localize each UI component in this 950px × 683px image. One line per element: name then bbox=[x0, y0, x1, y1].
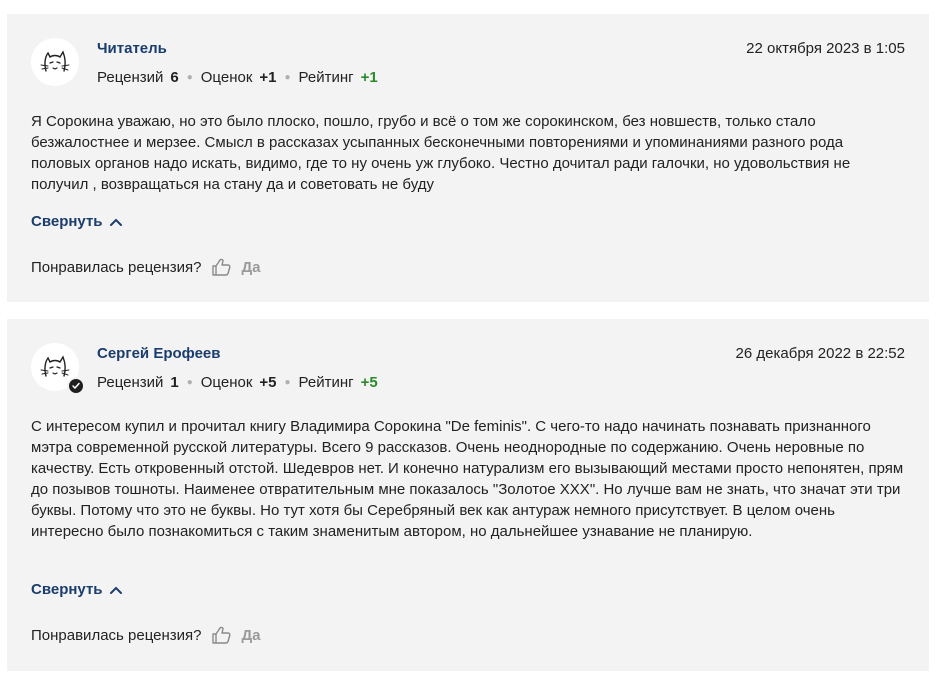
ratings-count: +1 bbox=[259, 69, 277, 86]
avatar[interactable] bbox=[31, 343, 85, 395]
rating-label: Рейтинг bbox=[298, 374, 354, 391]
rating-value: +1 bbox=[360, 69, 378, 86]
ratings-label: Оценок bbox=[200, 374, 253, 391]
review-date: 22 октября 2023 в 1:05 bbox=[746, 40, 905, 57]
separator-dot: ● bbox=[186, 377, 193, 388]
check-badge-icon bbox=[67, 377, 85, 395]
thumbs-up-icon bbox=[212, 626, 231, 644]
like-button[interactable]: Да bbox=[211, 626, 261, 644]
cat-sketch-icon bbox=[40, 50, 70, 72]
reviews-label: Рецензий bbox=[97, 374, 164, 391]
reviews-count: 6 bbox=[170, 69, 179, 86]
author-stats: Рецензий 6 ● Оценок +1 ● Рейтинг +1 bbox=[97, 69, 378, 86]
collapse-label: Свернуть bbox=[31, 581, 103, 598]
reviews-count: 1 bbox=[170, 374, 179, 391]
like-yes-label: Да bbox=[241, 258, 261, 276]
separator-dot: ● bbox=[186, 72, 193, 83]
like-button[interactable]: Да bbox=[211, 258, 261, 276]
like-question: Понравилась рецензия? bbox=[31, 626, 202, 644]
collapse-button[interactable]: Свернуть bbox=[31, 581, 123, 598]
author-name[interactable]: Сергей Ерофеев bbox=[97, 345, 220, 362]
like-question: Понравилась рецензия? bbox=[31, 258, 202, 276]
thumbs-up-icon bbox=[212, 258, 231, 276]
collapse-label: Свернуть bbox=[31, 213, 103, 230]
review-card: Сергей Ерофеев 26 декабря 2022 в 22:52 Р… bbox=[7, 319, 929, 671]
author-stats: Рецензий 1 ● Оценок +5 ● Рейтинг +5 bbox=[97, 374, 378, 391]
like-prompt: Понравилась рецензия? Да bbox=[31, 258, 261, 276]
avatar[interactable] bbox=[31, 38, 79, 86]
rating-value: +5 bbox=[360, 374, 378, 391]
reviews-label: Рецензий bbox=[97, 69, 164, 86]
review-text: Я Сорокина уважаю, но это было плоско, п… bbox=[31, 113, 851, 193]
ratings-label: Оценок bbox=[200, 69, 253, 86]
like-prompt: Понравилась рецензия? Да bbox=[31, 626, 261, 644]
chevron-up-icon bbox=[109, 218, 122, 226]
separator-dot: ● bbox=[284, 377, 291, 388]
separator-dot: ● bbox=[284, 72, 291, 83]
rating-label: Рейтинг bbox=[298, 69, 354, 86]
review-date: 26 декабря 2022 в 22:52 bbox=[735, 345, 905, 362]
author-name[interactable]: Читатель bbox=[97, 40, 167, 57]
collapse-button[interactable]: Свернуть bbox=[31, 213, 123, 230]
ratings-count: +5 bbox=[259, 374, 277, 391]
like-yes-label: Да bbox=[241, 626, 261, 644]
review-card: Читатель 22 октября 2023 в 1:05 Рецензий… bbox=[7, 14, 929, 302]
chevron-up-icon bbox=[109, 586, 122, 594]
review-text: С интересом купил и прочитал книгу Влади… bbox=[31, 418, 904, 540]
